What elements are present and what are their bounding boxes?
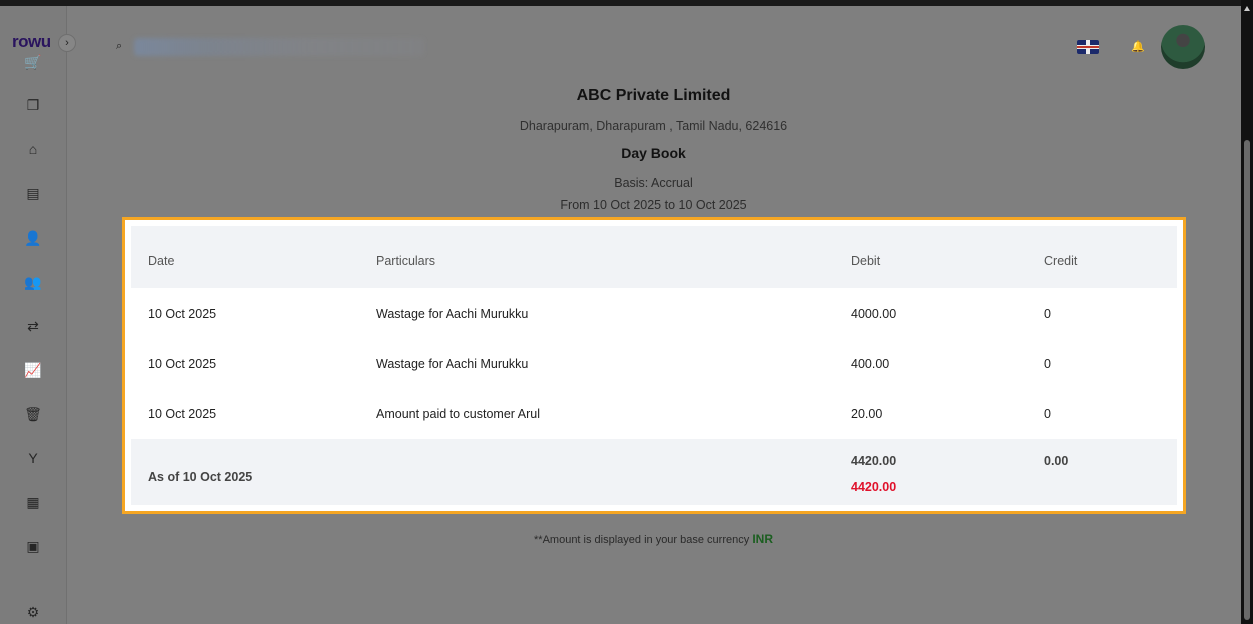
row-date: 10 Oct 2025 — [148, 357, 217, 371]
transfer-icon[interactable]: ⇄ — [24, 317, 42, 335]
company-name: ABC Private Limited — [576, 87, 731, 104]
footer-debit-difference: 4420.00 — [851, 480, 897, 494]
header-credit[interactable]: Credit — [1044, 254, 1077, 268]
user-check-icon[interactable]: 👤 — [24, 229, 42, 247]
currency-code: INR — [752, 532, 773, 546]
table-row[interactable]: 10 Oct 2025 Wastage for Aachi Murukku 40… — [131, 338, 1177, 389]
header-date[interactable]: Date — [148, 254, 174, 268]
row-particulars: Wastage for Aachi Murukku — [376, 307, 529, 321]
window-top-bar — [0, 0, 1253, 6]
footer-debit-total: 4420.00 — [851, 454, 897, 468]
store-icon[interactable]: ⌂ — [24, 140, 42, 158]
contact-icon[interactable]: ▣ — [24, 537, 42, 555]
report-date-range: From 10 Oct 2025 to 10 Oct 2025 — [560, 198, 747, 212]
header-particulars[interactable]: Particulars — [376, 254, 435, 268]
company-address: Dharapuram, Dharapuram , Tamil Nadu, 624… — [519, 119, 788, 133]
sidebar-toggle-button[interactable]: › — [58, 34, 76, 52]
day-book-table: Date Particulars Debit Credit 10 Oct 202… — [122, 217, 1186, 514]
table-row[interactable]: 10 Oct 2025 Amount paid to customer Arul… — [131, 388, 1177, 438]
row-particulars: Wastage for Aachi Murukku — [376, 357, 529, 371]
scrollbar-thumb[interactable] — [1244, 140, 1250, 620]
footer-credit-total: 0.00 — [1044, 454, 1069, 468]
report-title: Day Book — [621, 145, 686, 161]
row-credit: 0 — [1044, 407, 1051, 421]
footer-label: As of 10 Oct 2025 — [148, 470, 253, 484]
currency-note: **Amount is displayed in your base curre… — [66, 532, 1241, 546]
row-particulars: Amount paid to customer Arul — [376, 407, 540, 421]
scrollbar[interactable] — [1241, 0, 1253, 624]
currency-note-text: **Amount is displayed in your base curre… — [534, 534, 750, 546]
book-icon[interactable]: ▤ — [24, 184, 42, 202]
table-row[interactable]: 10 Oct 2025 Wastage for Aachi Murukku 40… — [131, 288, 1177, 339]
chart-icon[interactable]: 📈 — [24, 361, 42, 379]
copy-icon[interactable]: ❐ — [24, 96, 42, 114]
tools-icon[interactable]: Y — [24, 449, 42, 467]
row-debit: 4000.00 — [851, 307, 897, 321]
report-basis: Basis: Accrual — [614, 176, 693, 190]
search-icon[interactable]: ⌕ — [116, 40, 122, 53]
cart-icon[interactable]: 🛒 — [24, 53, 42, 71]
row-date: 10 Oct 2025 — [148, 307, 217, 321]
row-debit: 400.00 — [851, 357, 890, 371]
table-header: Date Particulars Debit Credit — [131, 226, 1177, 288]
sidebar: rowu › 🛒 ❐ ⌂ ▤ 👤 👥 ⇄ 📈 🗑 Y ▦ ▣ ⚙ — [0, 6, 76, 624]
users-icon[interactable]: 👥 — [24, 273, 42, 291]
search-input[interactable] — [134, 38, 424, 56]
row-date: 10 Oct 2025 — [148, 407, 217, 421]
row-credit: 0 — [1044, 357, 1051, 371]
trash-icon[interactable]: 🗑 — [24, 405, 42, 423]
row-credit: 0 — [1044, 307, 1051, 321]
avatar[interactable] — [1161, 25, 1205, 69]
row-debit: 20.00 — [851, 407, 883, 421]
settings-icon[interactable]: ⚙ — [24, 603, 42, 621]
app-logo[interactable]: rowu — [12, 32, 51, 52]
language-flag-icon[interactable] — [1077, 40, 1099, 54]
header-debit[interactable]: Debit — [851, 254, 880, 268]
scroll-up-arrow-icon[interactable] — [1244, 6, 1250, 11]
calculator-icon[interactable]: ▦ — [24, 493, 42, 511]
bell-icon[interactable]: 🔔 — [1131, 40, 1145, 53]
table-footer: As of 10 Oct 2025 4420.00 0.00 4420.00 — [131, 439, 1177, 505]
